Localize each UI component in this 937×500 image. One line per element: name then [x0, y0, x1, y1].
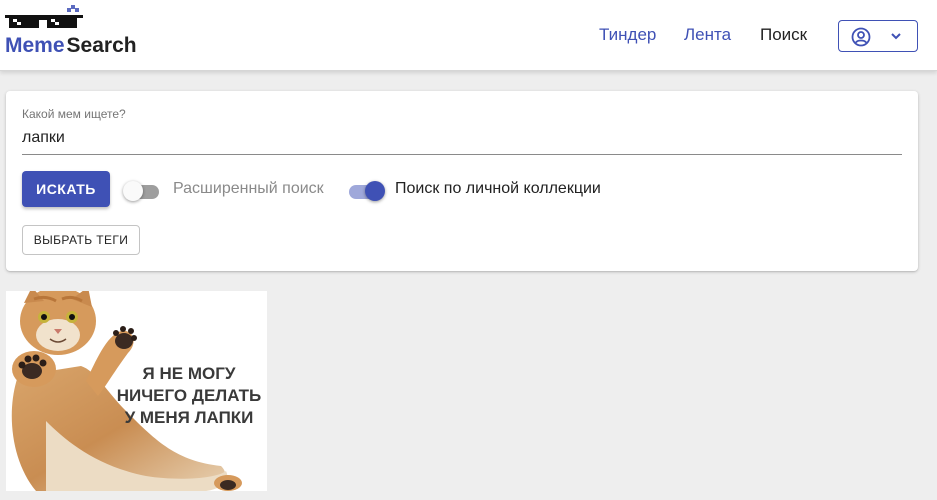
pixel-sunglasses-icon: [5, 5, 83, 28]
search-input-underline: [22, 154, 902, 155]
personal-collection-label: Поиск по личной коллекции: [395, 180, 601, 197]
search-button[interactable]: ИСКАТЬ: [22, 171, 110, 207]
meme-caption-line: У МЕНЯ ЛАПКИ: [124, 408, 254, 427]
meme-caption: Я НЕ МОГУ НИЧЕГО ДЕЛАТЬ У МЕНЯ ЛАПКИ: [112, 363, 266, 429]
advanced-search-toggle[interactable]: [123, 179, 161, 201]
chevron-down-icon: [891, 33, 901, 40]
account-circle-icon: [851, 27, 871, 47]
search-card: Какой мем ищете? ИСКАТЬ Расширенный поис…: [6, 91, 918, 271]
personal-collection-toggle[interactable]: [347, 179, 385, 201]
advanced-search-label: Расширенный поиск: [173, 180, 324, 197]
logo-text: MemeSearch: [5, 34, 137, 58]
toggle-thumb: [123, 181, 143, 201]
meme-result[interactable]: Я НЕ МОГУ НИЧЕГО ДЕЛАТЬ У МЕНЯ ЛАПКИ: [6, 291, 267, 491]
logo-meme: Meme: [5, 34, 65, 57]
nav-search[interactable]: Поиск: [760, 25, 807, 45]
logo-search: Search: [66, 34, 137, 57]
select-tags-button[interactable]: ВЫБРАТЬ ТЕГИ: [22, 225, 140, 255]
meme-caption-line: НИЧЕГО ДЕЛАТЬ: [116, 386, 262, 405]
nav-feed[interactable]: Лента: [684, 25, 731, 45]
account-menu-button[interactable]: [838, 20, 918, 52]
search-field-label: Какой мем ищете?: [22, 107, 126, 121]
meme-caption-line: Я НЕ МОГУ: [142, 364, 236, 383]
logo[interactable]: MemeSearch: [5, 4, 145, 60]
toggle-thumb: [365, 181, 385, 201]
nav-tinder[interactable]: Тиндер: [599, 25, 656, 45]
search-input[interactable]: [22, 129, 902, 147]
app-header: MemeSearch Тиндер Лента Поиск: [0, 0, 937, 71]
